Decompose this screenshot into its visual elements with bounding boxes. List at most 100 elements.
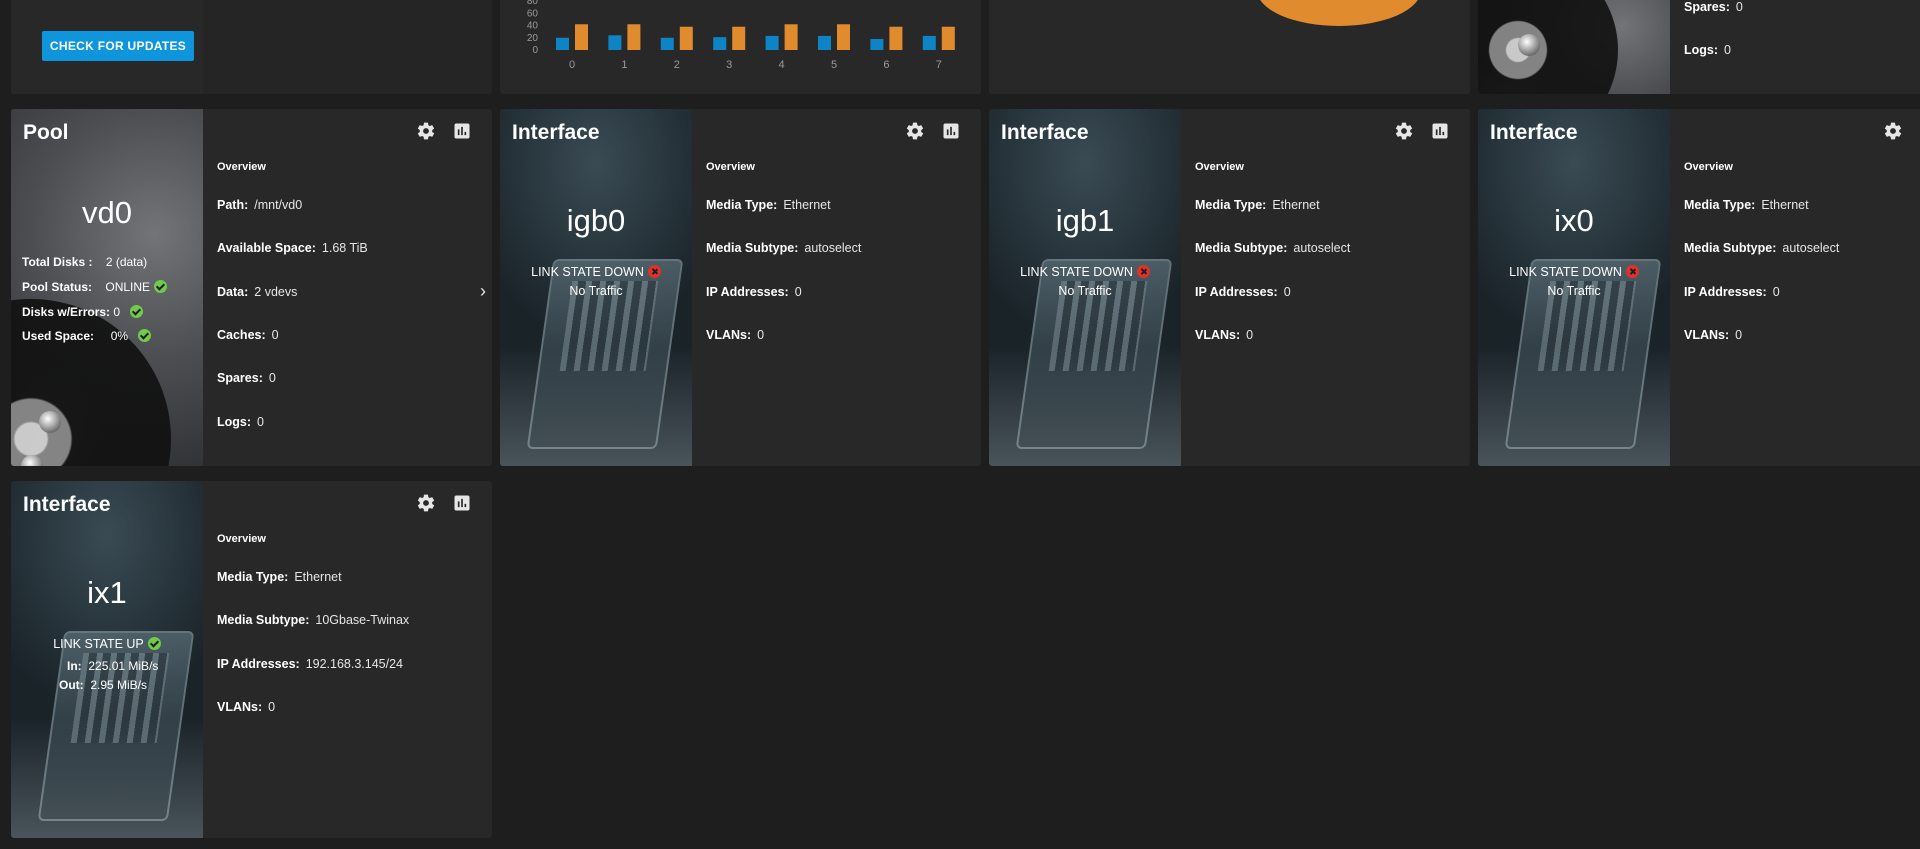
interface-settings-button[interactable] <box>905 121 925 141</box>
interface-settings-button[interactable] <box>416 493 436 513</box>
bar-chart-icon <box>454 495 470 511</box>
traffic-out: Out: 2.95 MiB/s <box>59 678 148 692</box>
interface-card-igb0: Interface igb0 LINK STATE DOWN No Traffi… <box>500 109 981 466</box>
traffic-status: No Traffic <box>1547 284 1601 298</box>
pool-name: vd0 <box>82 195 132 230</box>
memory-pie-chart <box>1260 0 1418 26</box>
y-tick-label: 0 <box>532 45 538 56</box>
traffic-status: No Traffic <box>569 284 623 298</box>
pool-top-logs-row: Logs: 0 <box>1684 43 1731 57</box>
pool-card: Pool vd0 Total Disks : 2 (data) Pool Sta… <box>11 109 492 466</box>
y-tick-label: 40 <box>527 21 539 32</box>
interface-reports-button[interactable] <box>941 121 961 141</box>
interface-detail-media-type: Media Type: Ethernet <box>217 570 342 584</box>
x-tick-label: 1 <box>621 59 627 71</box>
interface-reports-button[interactable] <box>1430 121 1450 141</box>
interface-detail-ip-addresses: IP Addresses: 0 <box>1195 285 1291 299</box>
cpu-bar <box>889 26 903 50</box>
bar-chart-icon <box>943 123 959 139</box>
cpu-bar <box>765 35 779 50</box>
pool-reports-button[interactable] <box>452 121 472 141</box>
link-state: LINK STATE DOWN <box>500 265 692 279</box>
interface-detail-vlans: VLANs: 0 <box>1195 328 1254 342</box>
y-tick-label: 60 <box>527 8 539 19</box>
interface-details-panel: Overview Media Type: Ethernet Media Subty… <box>1670 109 1920 466</box>
interface-detail-vlans: VLANs: 0 <box>706 328 765 342</box>
link-state: LINK STATE UP <box>11 637 203 651</box>
pool-card-title: Pool <box>23 121 69 144</box>
memory-card <box>989 0 1470 94</box>
interface-detail-media-subtype: Media Subtype: autoselect <box>1195 241 1351 255</box>
interface-overview-label: Overview <box>217 533 266 545</box>
pool-detail-path: Path:/mnt/vd0 <box>217 198 303 212</box>
gear-icon <box>417 122 435 140</box>
interface-settings-button[interactable] <box>1883 121 1903 141</box>
interface-image-panel: Interface igb1 LINK STATE DOWN No Traffi… <box>989 109 1181 466</box>
check-circle-icon <box>147 637 161 650</box>
interface-detail-media-subtype: Media Subtype: autoselect <box>706 241 862 255</box>
pool-top-spares-row: Spares: 0 <box>1684 0 1743 14</box>
interface-details-panel: Overview Media Type: Ethernet Media Subty… <box>692 109 981 466</box>
pool-image-panel: Pool vd0 Total Disks : 2 (data) Pool Sta… <box>11 109 203 466</box>
pool-details-panel: Overview Path:/mnt/vd0 Available Space: 1… <box>203 109 492 466</box>
cpu-bar <box>818 35 831 50</box>
interface-overview-label: Overview <box>1195 161 1244 173</box>
pool-detail-spares: Spares: 0 <box>217 371 276 385</box>
interface-image-panel: Interface ix1 LINK STATE UP In: 225.01 M… <box>11 481 203 838</box>
x-tick-label: 2 <box>674 59 680 71</box>
interface-settings-button[interactable] <box>1394 121 1414 141</box>
link-state: LINK STATE DOWN <box>989 265 1181 279</box>
check-circle-icon <box>138 329 152 342</box>
cpu-bar <box>660 37 674 50</box>
interface-detail-vlans: VLANs: 0 <box>217 700 276 714</box>
cpu-bar <box>870 38 884 50</box>
interface-card-title: Interface <box>1490 121 1578 144</box>
gear-icon <box>1395 122 1413 140</box>
cpu-bar <box>732 26 746 50</box>
pool-settings-button[interactable] <box>416 121 436 141</box>
pool-stat-used-space: Used Space: 0% <box>22 329 152 343</box>
cpu-bar <box>784 24 798 50</box>
interface-card-title: Interface <box>23 493 111 516</box>
cpu-bar <box>627 24 641 50</box>
y-tick-label: 80 <box>527 0 539 7</box>
interface-name: ix1 <box>87 575 127 610</box>
interface-card-title: Interface <box>1001 121 1089 144</box>
system-info-right-panel <box>203 0 492 94</box>
cpu-bar <box>608 35 622 50</box>
pool-stat-status: Pool Status: ONLINE <box>22 280 168 294</box>
link-state: LINK STATE DOWN <box>1478 265 1670 279</box>
pool-detail-data[interactable]: Data: 2 vdevs <box>217 285 492 299</box>
pool-detail-available-space: Available Space: 1.68 TiB <box>217 241 368 255</box>
interface-detail-ip-addresses: IP Addresses: 0 <box>1684 285 1780 299</box>
pool-top-details: Spares: 0 Logs: 0 <box>1670 0 1920 94</box>
x-tick-label: 4 <box>779 59 785 71</box>
error-circle-icon <box>1625 265 1639 278</box>
interface-detail-media-type: Media Type: Ethernet <box>1684 198 1809 212</box>
interface-details-panel: Overview Media Type: Ethernet Media Subty… <box>1181 109 1470 466</box>
interface-detail-ip-addresses: IP Addresses: 192.168.3.145/24 <box>217 657 404 671</box>
interface-details-panel: Overview Media Type: Ethernet Media Subty… <box>203 481 492 838</box>
gear-icon <box>417 494 435 512</box>
x-tick-label: 6 <box>883 59 889 71</box>
pool-detail-caches: Caches: 0 <box>217 328 279 342</box>
pool-detail-logs: Logs: 0 <box>217 415 264 429</box>
interface-detail-media-type: Media Type: Ethernet <box>706 198 831 212</box>
cpu-bar <box>837 24 850 50</box>
interface-card-title: Interface <box>512 121 600 144</box>
interface-card-igb1: Interface igb1 LINK STATE DOWN No Traffi… <box>989 109 1470 466</box>
pool-stat-disk-errors: Disks w/Errors: 0 <box>22 305 144 319</box>
cpu-card: 0 20 40 60 80 0 1 2 3 4 5 6 7 <box>500 0 981 94</box>
x-tick-label: 0 <box>569 59 575 71</box>
check-for-updates-button[interactable]: CHECK FOR UPDATES <box>42 31 194 61</box>
gear-icon <box>906 122 924 140</box>
traffic-status: No Traffic <box>1058 284 1112 298</box>
chevron-right-icon[interactable]: › <box>480 281 486 302</box>
y-tick-label: 20 <box>527 33 539 44</box>
check-circle-icon <box>130 305 144 318</box>
pool-card-top-fragment: Spares: 0 Logs: 0 <box>1478 0 1920 94</box>
interface-image-panel: Interface ix0 LINK STATE DOWN No Traffic <box>1478 109 1670 466</box>
bar-chart-icon <box>1432 123 1448 139</box>
interface-reports-button[interactable] <box>452 493 472 513</box>
error-circle-icon <box>1136 265 1150 278</box>
